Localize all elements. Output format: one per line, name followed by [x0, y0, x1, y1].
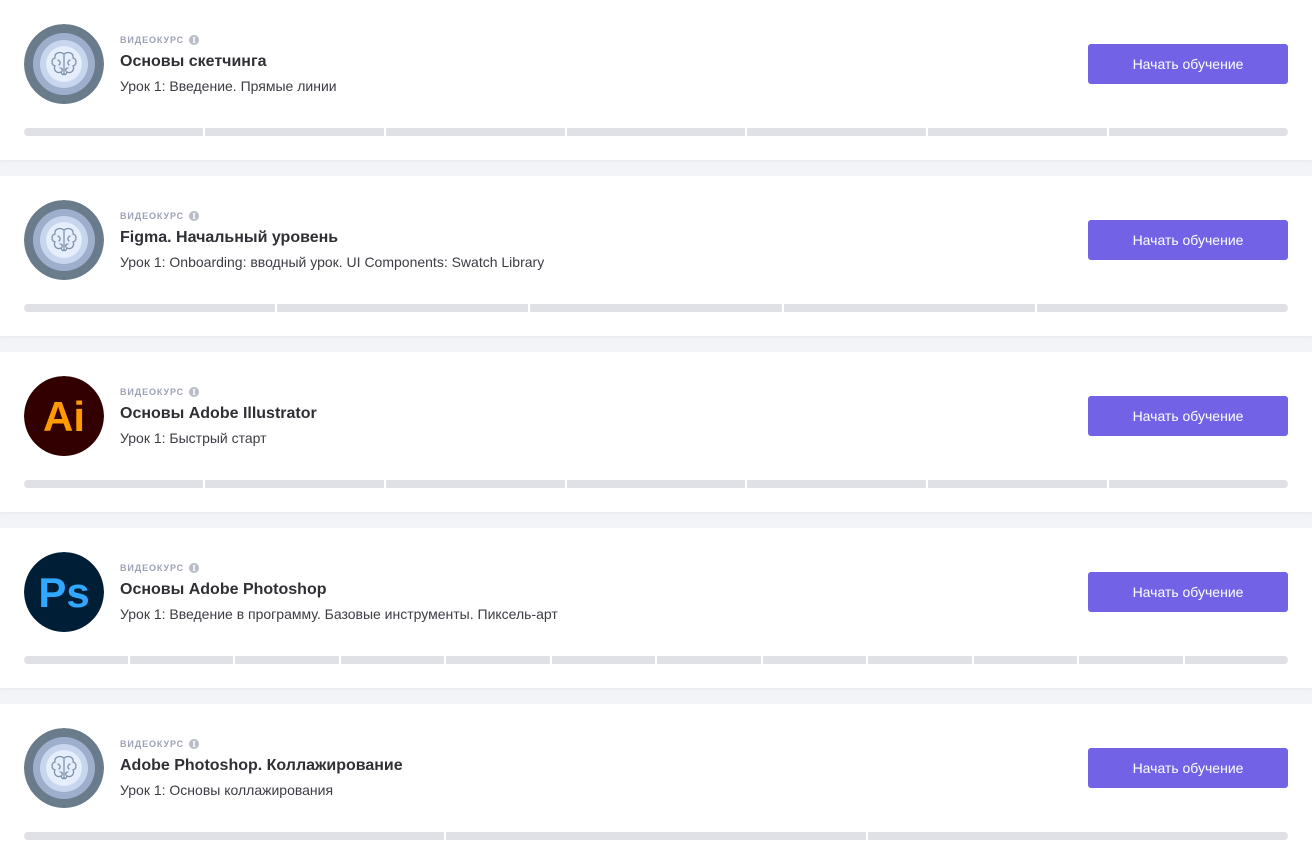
progress-segment: [277, 304, 529, 312]
progress-segment: [783, 304, 1035, 312]
progress-segment: [385, 128, 565, 136]
progress-segment: [747, 128, 927, 136]
progress-segment: [24, 304, 276, 312]
progress-segment: [747, 480, 927, 488]
course-progress: [24, 304, 1289, 312]
course-progress: [24, 480, 1289, 488]
course-kind-label: Видеокурс: [120, 387, 185, 397]
icon-letters: Ps: [38, 569, 89, 616]
course-title[interactable]: Adobe Photoshop. Коллажирование: [120, 756, 403, 776]
progress-segment: [566, 128, 746, 136]
course-title[interactable]: Основы скетчинга: [120, 52, 267, 72]
progress-segment: [129, 656, 233, 664]
course-card: Ai Видеокурс i Основы Adobe Illustrator …: [0, 352, 1312, 512]
start-learning-button[interactable]: Начать обучение: [1088, 572, 1288, 612]
progress-segment: [868, 832, 1288, 840]
course-kind: Видеокурс i: [120, 34, 200, 46]
adobe-photoshop-icon: Ps: [24, 552, 104, 632]
brain-icon: [24, 200, 104, 280]
brain-icon: [24, 24, 104, 104]
progress-segment: [530, 304, 782, 312]
progress-segment: [204, 480, 384, 488]
start-learning-button[interactable]: Начать обучение: [1088, 220, 1288, 260]
progress-segment: [446, 656, 550, 664]
progress-segment: [340, 656, 444, 664]
info-icon[interactable]: i: [189, 387, 200, 397]
progress-segment: [1109, 480, 1289, 488]
course-card: Видеокурс i Основы скетчинга Урок 1: Вве…: [0, 0, 1312, 160]
progress-segment: [762, 656, 866, 664]
course-title[interactable]: Figma. Начальный уровень: [120, 228, 338, 248]
course-lesson: Урок 1: Введение в программу. Базовые ин…: [120, 606, 558, 622]
start-learning-button[interactable]: Начать обучение: [1088, 748, 1288, 788]
progress-segment: [24, 832, 444, 840]
progress-segment: [868, 656, 972, 664]
course-lesson: Урок 1: Введение. Прямые линии: [120, 78, 337, 94]
course-card: Видеокурс i Adobe Photoshop. Коллажирова…: [0, 704, 1312, 864]
progress-segment: [566, 480, 746, 488]
progress-segment: [385, 480, 565, 488]
course-lesson: Урок 1: Основы коллажирования: [120, 782, 334, 798]
progress-segment: [551, 656, 655, 664]
progress-segment: [24, 480, 203, 488]
info-icon[interactable]: i: [189, 563, 200, 573]
progress-segment: [657, 656, 761, 664]
course-lesson: Урок 1: Onboarding: вводный урок. UI Com…: [120, 254, 545, 270]
course-kind-label: Видеокурс: [120, 739, 185, 749]
course-card: Видеокурс i Figma. Начальный уровень Уро…: [0, 176, 1312, 336]
course-title[interactable]: Основы Adobe Photoshop: [120, 580, 326, 600]
course-kind: Видеокурс i: [120, 210, 200, 222]
info-icon[interactable]: i: [189, 739, 200, 749]
progress-segment: [1184, 656, 1288, 664]
course-kind: Видеокурс i: [120, 386, 200, 398]
info-icon[interactable]: i: [189, 35, 200, 45]
course-card: Ps Видеокурс i Основы Adobe Photoshop Ур…: [0, 528, 1312, 688]
progress-segment: [928, 480, 1108, 488]
start-learning-button[interactable]: Начать обучение: [1088, 396, 1288, 436]
info-icon[interactable]: i: [189, 211, 200, 221]
course-kind-label: Видеокурс: [120, 35, 185, 45]
progress-segment: [1109, 128, 1289, 136]
course-progress: [24, 832, 1288, 840]
course-lesson: Урок 1: Быстрый старт: [120, 430, 267, 446]
adobe-illustrator-icon: Ai: [24, 376, 104, 456]
course-kind-label: Видеокурс: [120, 211, 185, 221]
course-kind: Видеокурс i: [120, 562, 200, 574]
course-kind: Видеокурс i: [120, 738, 200, 750]
start-learning-button[interactable]: Начать обучение: [1088, 44, 1288, 84]
progress-segment: [446, 832, 866, 840]
icon-letters: Ai: [43, 393, 85, 440]
progress-segment: [1079, 656, 1183, 664]
progress-segment: [235, 656, 339, 664]
progress-segment: [24, 128, 203, 136]
course-title[interactable]: Основы Adobe Illustrator: [120, 404, 317, 424]
course-progress: [24, 128, 1289, 136]
progress-segment: [24, 656, 128, 664]
course-progress: [24, 656, 1288, 664]
progress-segment: [1036, 304, 1289, 312]
course-list: Видеокурс i Основы скетчинга Урок 1: Вве…: [0, 0, 1312, 864]
progress-segment: [928, 128, 1108, 136]
course-kind-label: Видеокурс: [120, 563, 185, 573]
brain-icon: [24, 728, 104, 808]
progress-segment: [204, 128, 384, 136]
progress-segment: [973, 656, 1077, 664]
